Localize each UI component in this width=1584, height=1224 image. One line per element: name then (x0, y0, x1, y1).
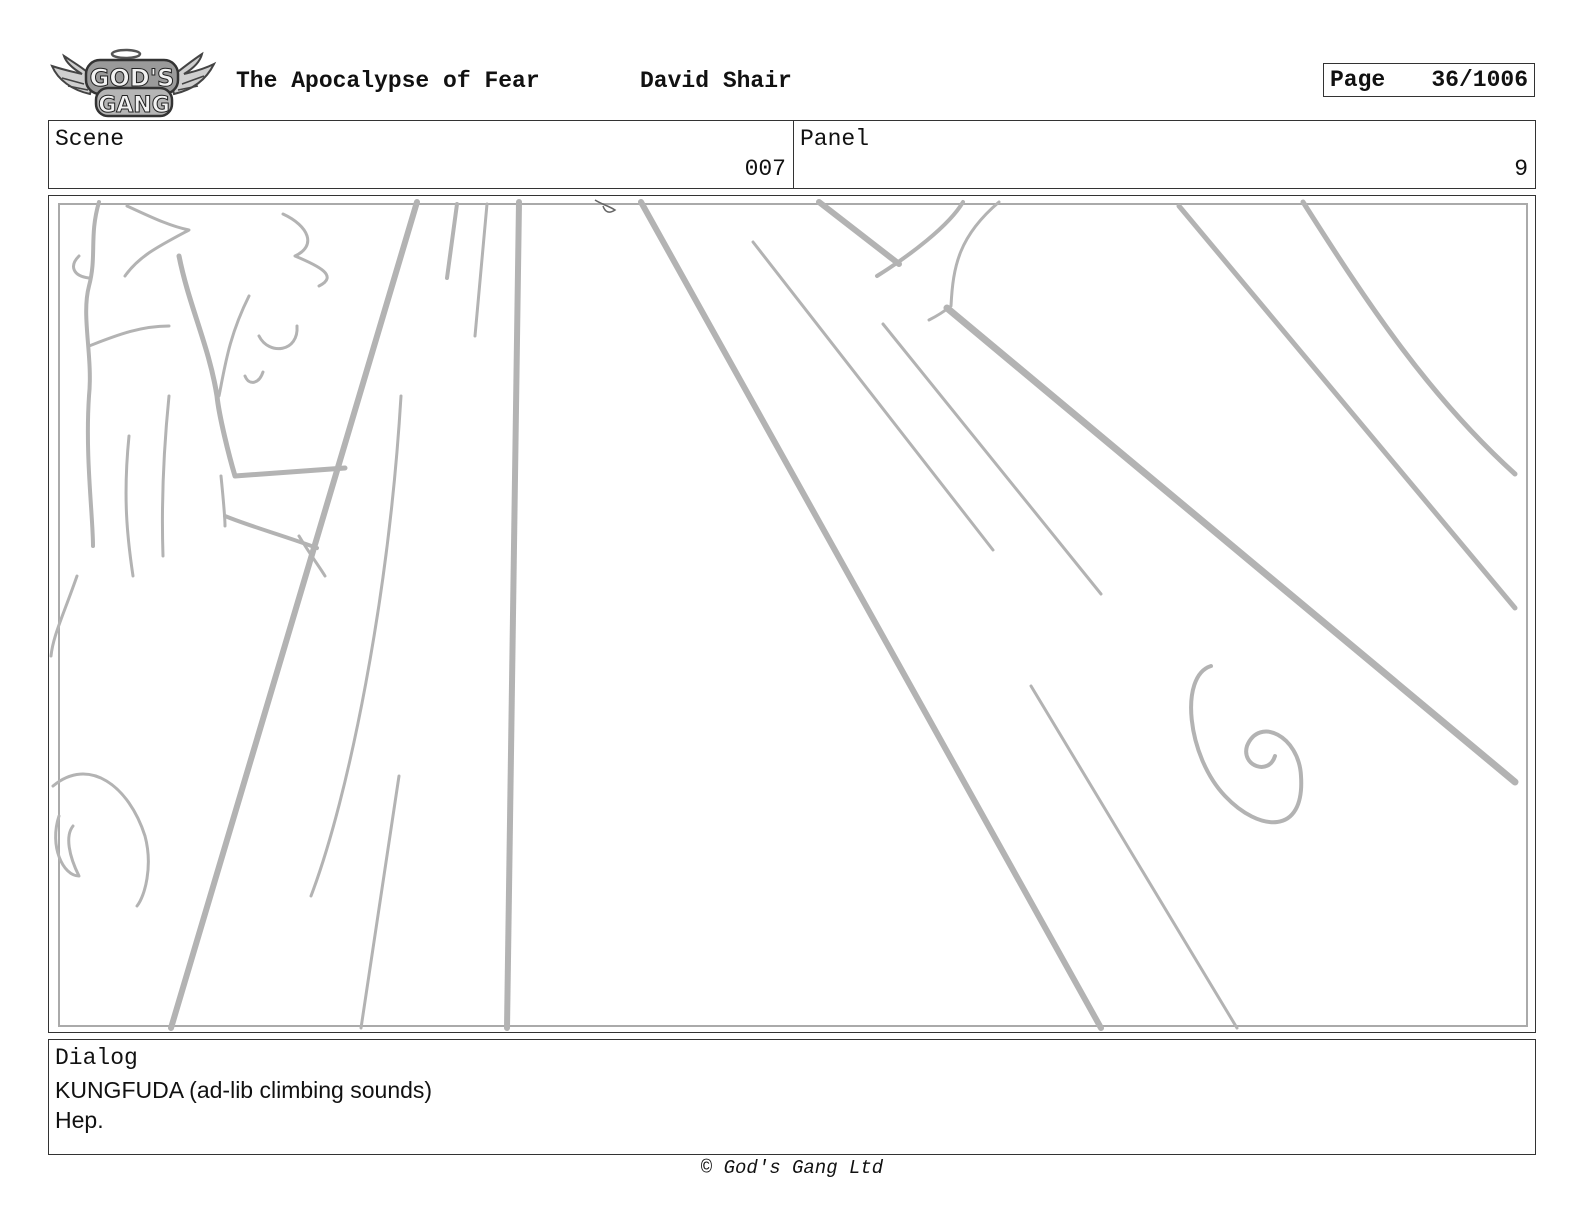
author-name: David Shair (640, 68, 792, 94)
storyboard-sketch (49, 199, 1528, 1031)
scene-panel-bar: Scene 007 Panel 9 (48, 120, 1536, 189)
scene-cell: Scene 007 (49, 121, 794, 188)
svg-text:GANG: GANG (98, 93, 170, 118)
dialog-line: KUNGFUDA (ad-lib climbing sounds) (55, 1077, 433, 1103)
panel-number: 9 (1514, 156, 1528, 182)
panel-cell: Panel 9 (794, 121, 1535, 188)
page-number: 36/1006 (1431, 67, 1528, 93)
storyboard-frame (48, 195, 1536, 1033)
dialog-box: Dialog KUNGFUDA (ad-lib climbing sounds)… (48, 1039, 1536, 1155)
dialog-line: Hep. (55, 1107, 104, 1133)
page-indicator: Page 36/1006 (1323, 63, 1535, 97)
dialog-label: Dialog (55, 1045, 138, 1071)
scene-number: 007 (744, 156, 786, 182)
page-label: Page (1330, 67, 1386, 93)
panel-label: Panel (800, 126, 870, 152)
svg-text:GOD'S: GOD'S (90, 64, 175, 92)
show-title: The Apocalypse of Fear (236, 68, 540, 94)
copyright-footer: © God's Gang Ltd (700, 1157, 884, 1179)
gods-gang-logo: GOD'S GANG (50, 44, 218, 120)
scene-label: Scene (55, 126, 125, 152)
